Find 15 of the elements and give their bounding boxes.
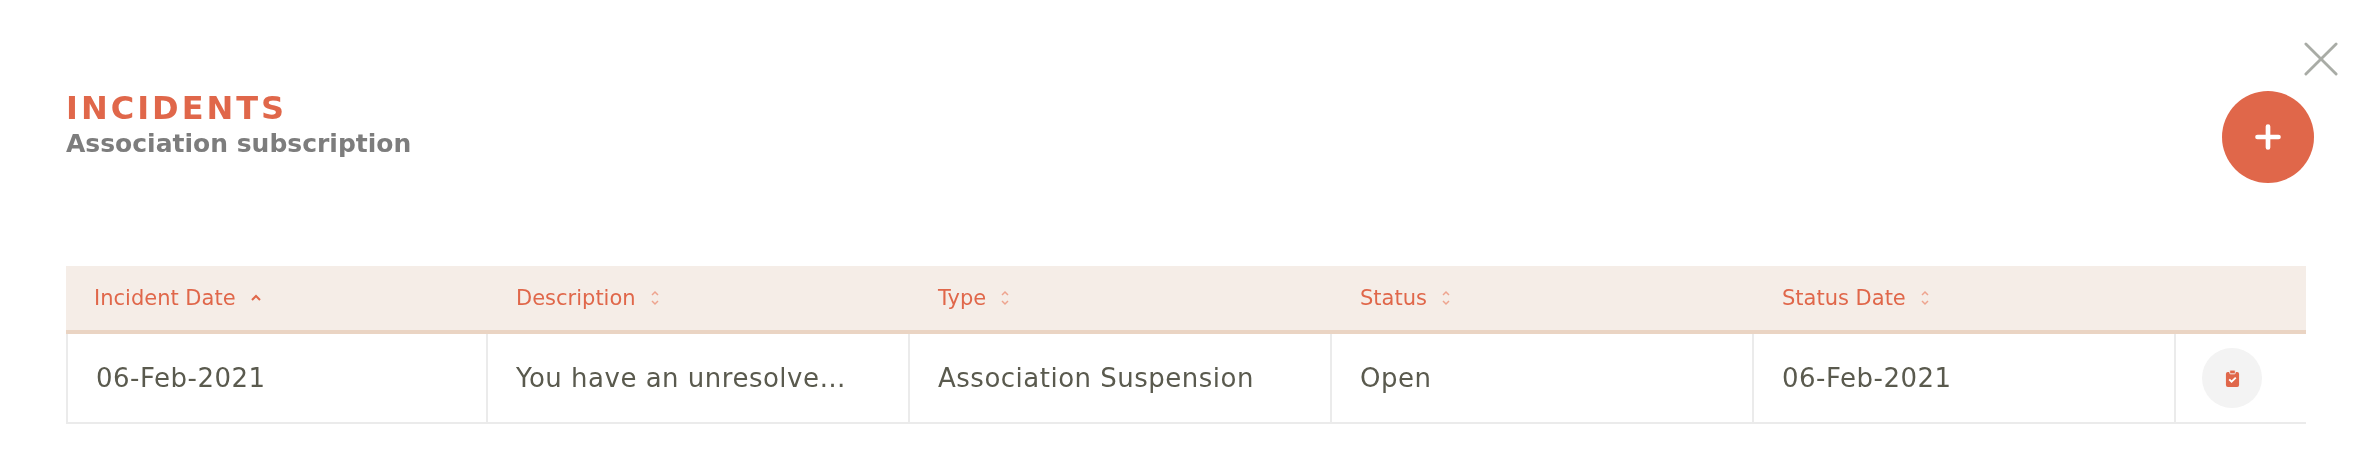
close-icon[interactable] (2304, 42, 2338, 76)
table-cell: 06-Feb-2021 (1754, 334, 2176, 422)
column-header[interactable]: Type (910, 266, 1332, 330)
table-cell: 06-Feb-2021 (68, 334, 488, 422)
page-subtitle: Association subscription (66, 128, 412, 160)
table-cell: You have an unresolve… (488, 334, 910, 422)
plus-icon (2254, 123, 2282, 151)
column-header[interactable]: Incident Date (66, 266, 488, 330)
page-title: INCIDENTS (66, 88, 289, 128)
clipboard-check-icon (2224, 368, 2240, 388)
column-header[interactable]: Description (488, 266, 910, 330)
column-header[interactable]: Status Date (1754, 266, 2176, 330)
table-cell: Open (1332, 334, 1754, 422)
table-cell: Association Suspension (910, 334, 1332, 422)
column-header[interactable]: Status (1332, 266, 1754, 330)
